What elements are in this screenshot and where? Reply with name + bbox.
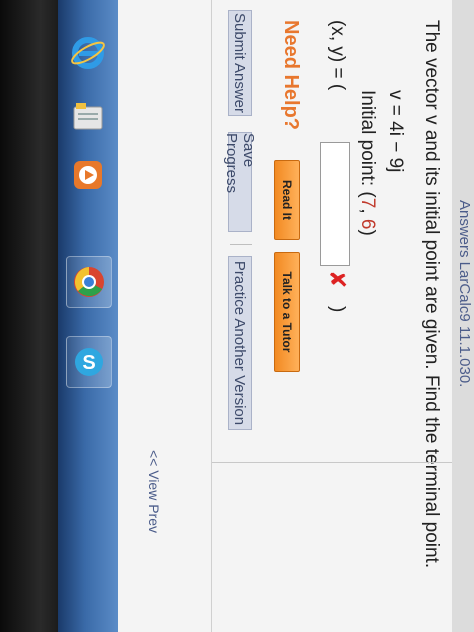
initial-sep: , — [357, 208, 378, 219]
answer-input[interactable] — [320, 142, 350, 266]
save-progress-button[interactable]: Save Progress — [223, 132, 257, 232]
incorrect-mark-icon: ✘ — [325, 270, 350, 289]
section-divider — [211, 0, 212, 632]
media-player-icon[interactable] — [66, 150, 110, 200]
submit-answer-button[interactable]: Submit Answer — [228, 10, 252, 116]
file-manager-icon[interactable] — [66, 92, 110, 142]
browser-viewport: Answers LarCalc9 11.1.030. The vector v … — [118, 0, 474, 632]
breadcrumb-text: Answers LarCalc9 11.1.030. — [456, 200, 473, 388]
initial-point: Initial point: (7, 6) — [356, 90, 378, 236]
taskbar: S — [58, 0, 118, 632]
view-previous-link[interactable]: << View Prev — [146, 450, 162, 533]
question-text: The vector v and its initial point are g… — [421, 20, 442, 569]
vector-definition: v = 4i − 9j — [385, 90, 406, 173]
skype-icon[interactable]: S — [66, 336, 112, 388]
initial-close: ) — [357, 229, 378, 236]
question-panel: The vector v and its initial point are g… — [118, 0, 452, 632]
panel-border — [212, 462, 452, 463]
initial-point-label: Initial point: ( — [357, 90, 378, 198]
talk-to-tutor-button[interactable]: Talk to a Tutor — [274, 252, 300, 372]
read-it-button[interactable]: Read It — [274, 160, 300, 240]
initial-y: 6 — [357, 218, 378, 230]
answer-label: (x, y) = ( — [327, 20, 348, 91]
practice-another-version-button[interactable]: Practice Another Version — [228, 256, 252, 430]
initial-x: 7 — [357, 197, 378, 209]
breadcrumb: Answers LarCalc9 11.1.030. — [452, 0, 474, 632]
assignment-page: Answers LarCalc9 11.1.030. The vector v … — [118, 0, 474, 632]
need-help-heading: Need Help? — [280, 20, 302, 131]
chrome-icon[interactable] — [66, 256, 112, 308]
monitor-bezel — [0, 0, 58, 632]
button-divider — [230, 244, 252, 245]
svg-text:S: S — [82, 352, 95, 374]
internet-explorer-icon[interactable] — [66, 28, 110, 78]
answer-close-paren: ) — [327, 306, 348, 313]
